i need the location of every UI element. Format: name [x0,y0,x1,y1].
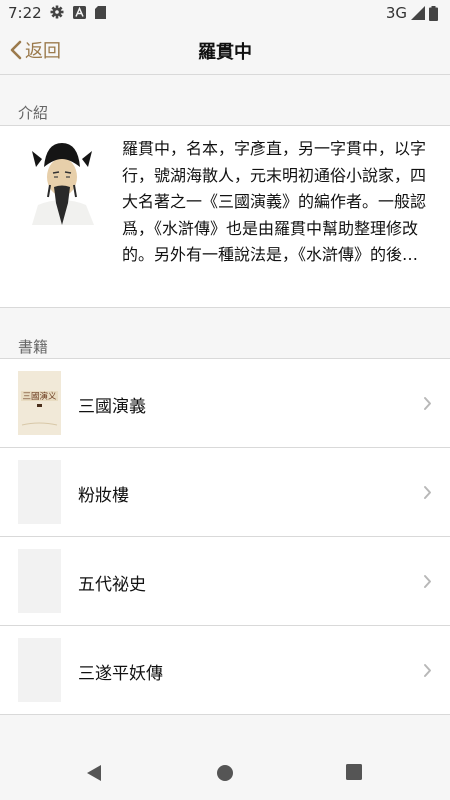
book-cover: 三國演义 [18,371,61,435]
chevron-right-icon [424,664,431,677]
book-cover-placeholder [18,549,61,613]
book-item-fenzhuang-lou[interactable]: 粉妝樓 [0,448,450,537]
book-title: 三國演義 [78,397,146,417]
book-item-sansui-pingyao-zhuan[interactable]: 三遂平妖傳 [0,626,450,715]
book-title: 粉妝樓 [78,486,129,506]
author-intro: 羅貫中，名本，字彥直，另一字貫中，以字行，號湖海散人，元末明初通俗小說家，四大名… [0,125,450,308]
page-title: 羅貫中 [198,42,252,63]
chevron-right-icon [424,397,431,410]
book-cover-placeholder [18,460,61,524]
chevron-right-icon [424,575,431,588]
font-a-icon [73,5,86,19]
intro-text-content: 羅貫中，名本，字彥直，另一字貫中，以字行，號湖海散人，元末明初通俗小說家，四大名… [122,139,427,264]
book-list: 三國演义 三國演義 粉妝樓 五代祕史 三遂平妖傳 [0,358,450,715]
book-cover-text: 三國演义 [22,391,57,402]
settings-icon [50,5,64,19]
status-time: 7:22 [8,4,42,22]
network-type: 3G [385,4,407,22]
recents-square-icon[interactable] [346,764,362,780]
book-item-sanguo-yanyi[interactable]: 三國演义 三國演義 [0,359,450,448]
navigation-bar: 返回 羅貫中 [0,26,450,75]
home-circle-icon[interactable] [216,764,234,782]
book-title: 三遂平妖傳 [78,664,163,684]
book-title: 五代祕史 [78,575,146,595]
back-triangle-icon[interactable] [86,764,102,782]
battery-icon [429,5,438,21]
intro-header-label: 介紹 [18,104,49,122]
signal-icon [411,6,425,20]
book-cover-placeholder [18,638,61,702]
chevron-right-icon [424,486,431,499]
status-icons [50,5,106,19]
books-header-label: 書籍 [18,338,49,356]
author-portrait [18,137,106,225]
book-item-wudai-mishi[interactable]: 五代祕史 [0,537,450,626]
status-right: 3G [386,4,438,22]
system-navigation-bar [0,748,450,800]
status-bar: 7:22 3G [0,0,450,26]
intro-text: 羅貫中，名本，字彥直，另一字貫中，以字行，號湖海散人，元末明初通俗小說家，四大名… [122,136,434,298]
sd-card-icon [95,5,106,19]
intro-section-header: 介紹 [0,92,450,126]
books-section-header: 書籍 [0,326,450,360]
